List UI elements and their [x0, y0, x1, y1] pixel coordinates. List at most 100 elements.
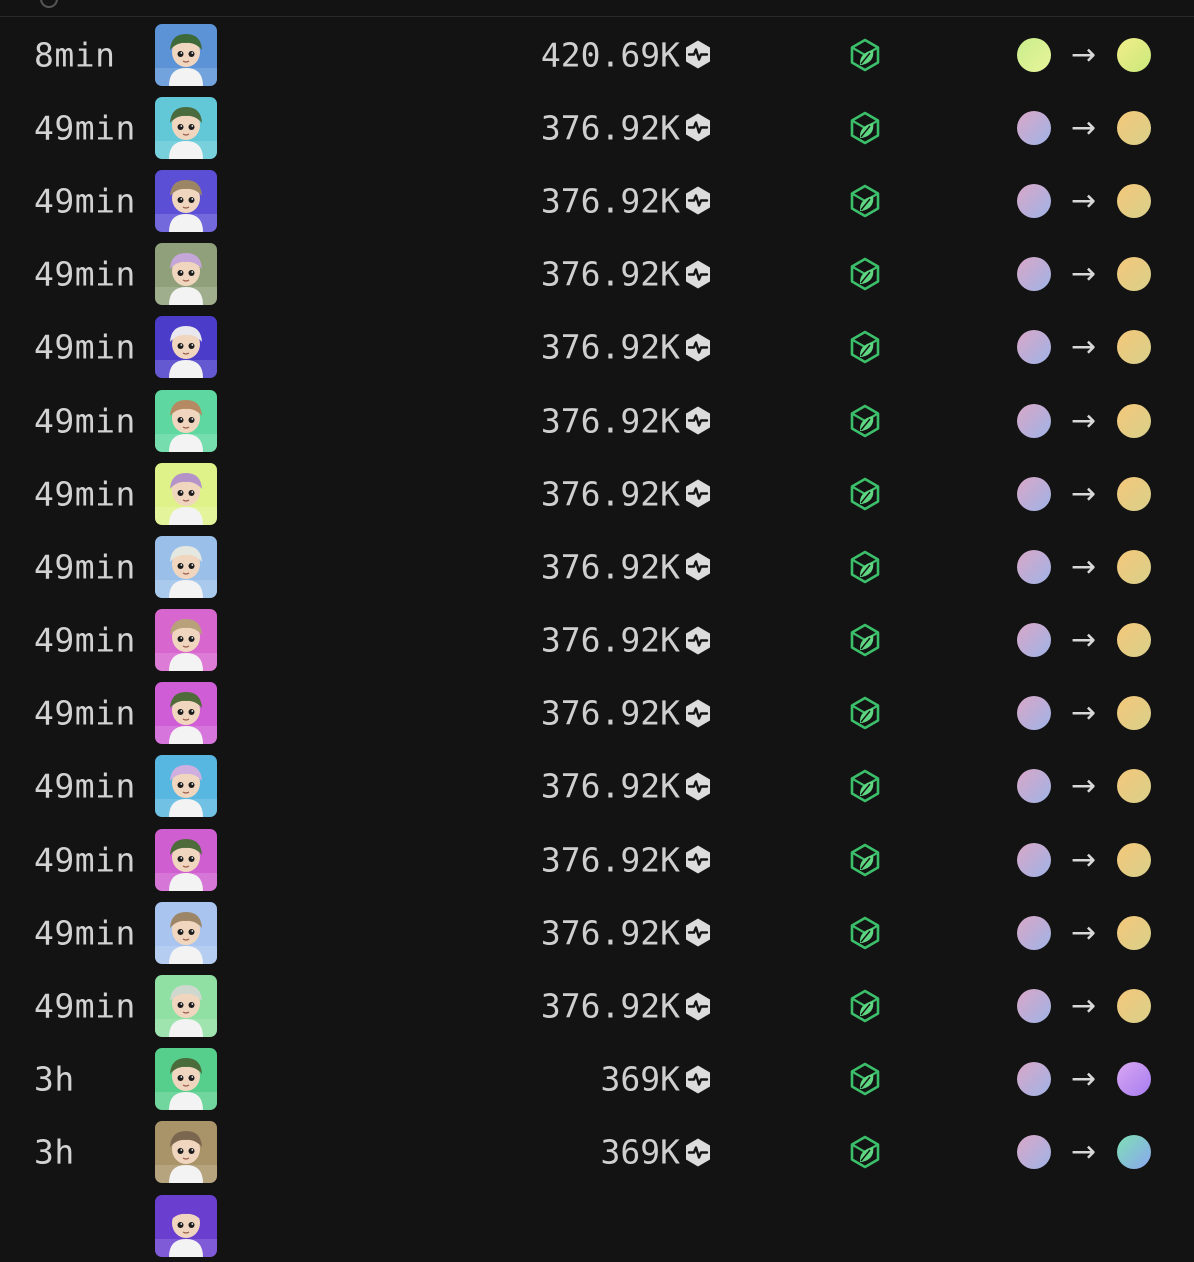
- price: 376.92K: [541, 694, 714, 733]
- list-item[interactable]: 49min 376.92K →: [0, 677, 1194, 750]
- price-value: 376.92K: [540, 766, 680, 806]
- avatar[interactable]: [155, 535, 217, 598]
- price-value: 369K: [600, 1132, 680, 1172]
- to-address-avatar[interactable]: [1117, 989, 1151, 1024]
- list-item[interactable]: 49min 376.92K →: [0, 457, 1194, 530]
- from-address-avatar[interactable]: [1017, 110, 1051, 145]
- avatar[interactable]: [155, 316, 217, 379]
- avatar[interactable]: [155, 1048, 217, 1111]
- from-address-avatar[interactable]: [1017, 623, 1051, 658]
- leaf-cube-icon[interactable]: [848, 769, 882, 803]
- to-address-avatar[interactable]: [1117, 476, 1151, 511]
- price: 376.92K: [541, 328, 714, 367]
- price: 376.92K: [541, 913, 714, 952]
- from-address-avatar[interactable]: [1017, 915, 1051, 950]
- list-item[interactable]: 49min 376.92K →: [0, 896, 1194, 969]
- from-address-avatar[interactable]: [1017, 183, 1051, 218]
- leaf-cube-icon[interactable]: [848, 1062, 882, 1096]
- list-item[interactable]: 49min 376.92K →: [0, 311, 1194, 384]
- list-item[interactable]: 49min 376.92K →: [0, 164, 1194, 237]
- leaf-cube-icon[interactable]: [848, 843, 882, 877]
- price-value: 376.92K: [540, 108, 680, 148]
- avatar[interactable]: [155, 243, 217, 306]
- list-item[interactable]: 49min 376.92K →: [0, 750, 1194, 823]
- to-address-avatar[interactable]: [1117, 403, 1151, 438]
- to-address-avatar[interactable]: [1117, 257, 1151, 292]
- from-address-avatar[interactable]: [1017, 769, 1051, 804]
- to-address-avatar[interactable]: [1117, 915, 1151, 950]
- list-item[interactable]: 49min 376.92K →: [0, 238, 1194, 311]
- leaf-cube-icon[interactable]: [848, 477, 882, 511]
- price-value: 376.92K: [540, 327, 680, 367]
- to-address-avatar[interactable]: [1117, 183, 1151, 218]
- leaf-cube-icon[interactable]: [848, 404, 882, 438]
- to-address-avatar[interactable]: [1117, 769, 1151, 804]
- list-item[interactable]: 3h 369K →: [0, 1116, 1194, 1189]
- avatar[interactable]: [155, 23, 217, 86]
- leaf-cube-icon[interactable]: [848, 916, 882, 950]
- leaf-cube-icon[interactable]: [848, 696, 882, 730]
- from-address-avatar[interactable]: [1017, 37, 1051, 72]
- price-value: 376.92K: [540, 840, 680, 880]
- list-item[interactable]: 49min 376.92K →: [0, 384, 1194, 457]
- leaf-cube-icon[interactable]: [848, 184, 882, 218]
- flow-token-icon: [682, 551, 714, 583]
- leaf-cube-icon[interactable]: [848, 38, 882, 72]
- list-item[interactable]: 8min 420.69K →: [0, 18, 1194, 91]
- from-address-avatar[interactable]: [1017, 257, 1051, 292]
- avatar[interactable]: [155, 975, 217, 1038]
- leaf-cube-icon[interactable]: [848, 989, 882, 1023]
- price-value: 376.92K: [540, 693, 680, 733]
- price-value: 376.92K: [540, 181, 680, 221]
- from-address-avatar[interactable]: [1017, 403, 1051, 438]
- from-address-avatar[interactable]: [1017, 1135, 1051, 1170]
- event-time: 3h: [34, 1059, 75, 1099]
- to-address-avatar[interactable]: [1117, 696, 1151, 731]
- list-item[interactable]: 49min 376.92K →: [0, 604, 1194, 677]
- avatar[interactable]: [155, 169, 217, 232]
- leaf-cube-icon[interactable]: [848, 330, 882, 364]
- event-time: 49min: [34, 766, 136, 806]
- to-address-avatar[interactable]: [1117, 1062, 1151, 1097]
- leaf-cube-icon[interactable]: [848, 111, 882, 145]
- avatar[interactable]: [155, 755, 217, 818]
- avatar[interactable]: [155, 1121, 217, 1184]
- to-address-avatar[interactable]: [1117, 110, 1151, 145]
- avatar[interactable]: [155, 609, 217, 672]
- leaf-cube-icon[interactable]: [848, 1135, 882, 1169]
- avatar[interactable]: [155, 96, 217, 159]
- to-address-avatar[interactable]: [1117, 1135, 1151, 1170]
- leaf-cube-icon[interactable]: [848, 257, 882, 291]
- leaf-cube-icon[interactable]: [848, 623, 882, 657]
- from-address-avatar[interactable]: [1017, 696, 1051, 731]
- avatar[interactable]: [155, 462, 217, 525]
- to-address-avatar[interactable]: [1117, 549, 1151, 584]
- leaf-cube-icon[interactable]: [848, 550, 882, 584]
- activity-list: 8min 420.69K → 49min 376.92K → 49min 376…: [0, 18, 1194, 1262]
- avatar[interactable]: [155, 1194, 217, 1257]
- list-item[interactable]: 49min 376.92K →: [0, 530, 1194, 603]
- from-address-avatar[interactable]: [1017, 476, 1051, 511]
- from-address-avatar[interactable]: [1017, 989, 1051, 1024]
- price-value: 376.92K: [540, 254, 680, 294]
- list-item[interactable]: 49min 376.92K →: [0, 969, 1194, 1042]
- to-address-avatar[interactable]: [1117, 623, 1151, 658]
- transfer-arrow-icon: →: [1071, 622, 1097, 658]
- list-item[interactable]: 49min 376.92K →: [0, 91, 1194, 164]
- list-item[interactable]: 3h 369K →: [0, 1043, 1194, 1116]
- to-address-avatar[interactable]: [1117, 842, 1151, 877]
- from-address-avatar[interactable]: [1017, 330, 1051, 365]
- avatar[interactable]: [155, 389, 217, 452]
- price-value: 376.92K: [540, 474, 680, 514]
- avatar[interactable]: [155, 682, 217, 745]
- from-address-avatar[interactable]: [1017, 549, 1051, 584]
- avatar[interactable]: [155, 901, 217, 964]
- from-address-avatar[interactable]: [1017, 1062, 1051, 1097]
- list-item[interactable]: 49min 376.92K →: [0, 823, 1194, 896]
- to-address-avatar[interactable]: [1117, 37, 1151, 72]
- from-address-avatar[interactable]: [1017, 842, 1051, 877]
- transfer-arrow-icon: →: [1071, 768, 1097, 804]
- avatar[interactable]: [155, 828, 217, 891]
- price-value: 376.92K: [540, 913, 680, 953]
- to-address-avatar[interactable]: [1117, 330, 1151, 365]
